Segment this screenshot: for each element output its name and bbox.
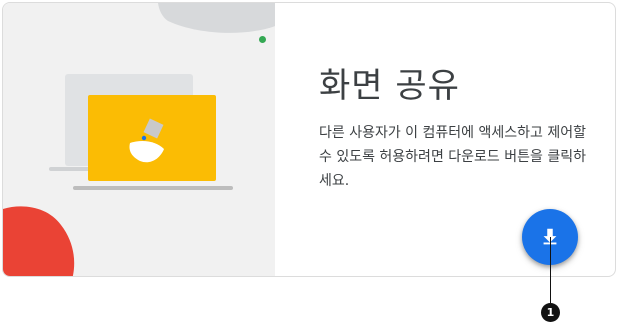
laptop-screen: [88, 95, 216, 181]
page-title: 화면 공유: [319, 66, 460, 106]
share-glyph-icon: [129, 118, 164, 163]
annotation-line: [550, 237, 551, 303]
description-text: 다른 사용자가 이 컴퓨터에 액세스하고 제어할 수 있도록 허용하려면 다운로…: [319, 125, 586, 189]
red-blob-shape: [3, 206, 75, 276]
laptop-base: [73, 186, 233, 190]
annotation-badge: 1: [541, 303, 560, 322]
illustration-panel: [3, 3, 275, 276]
status-dot: [259, 36, 266, 43]
grey-blob-shape: [158, 3, 275, 33]
